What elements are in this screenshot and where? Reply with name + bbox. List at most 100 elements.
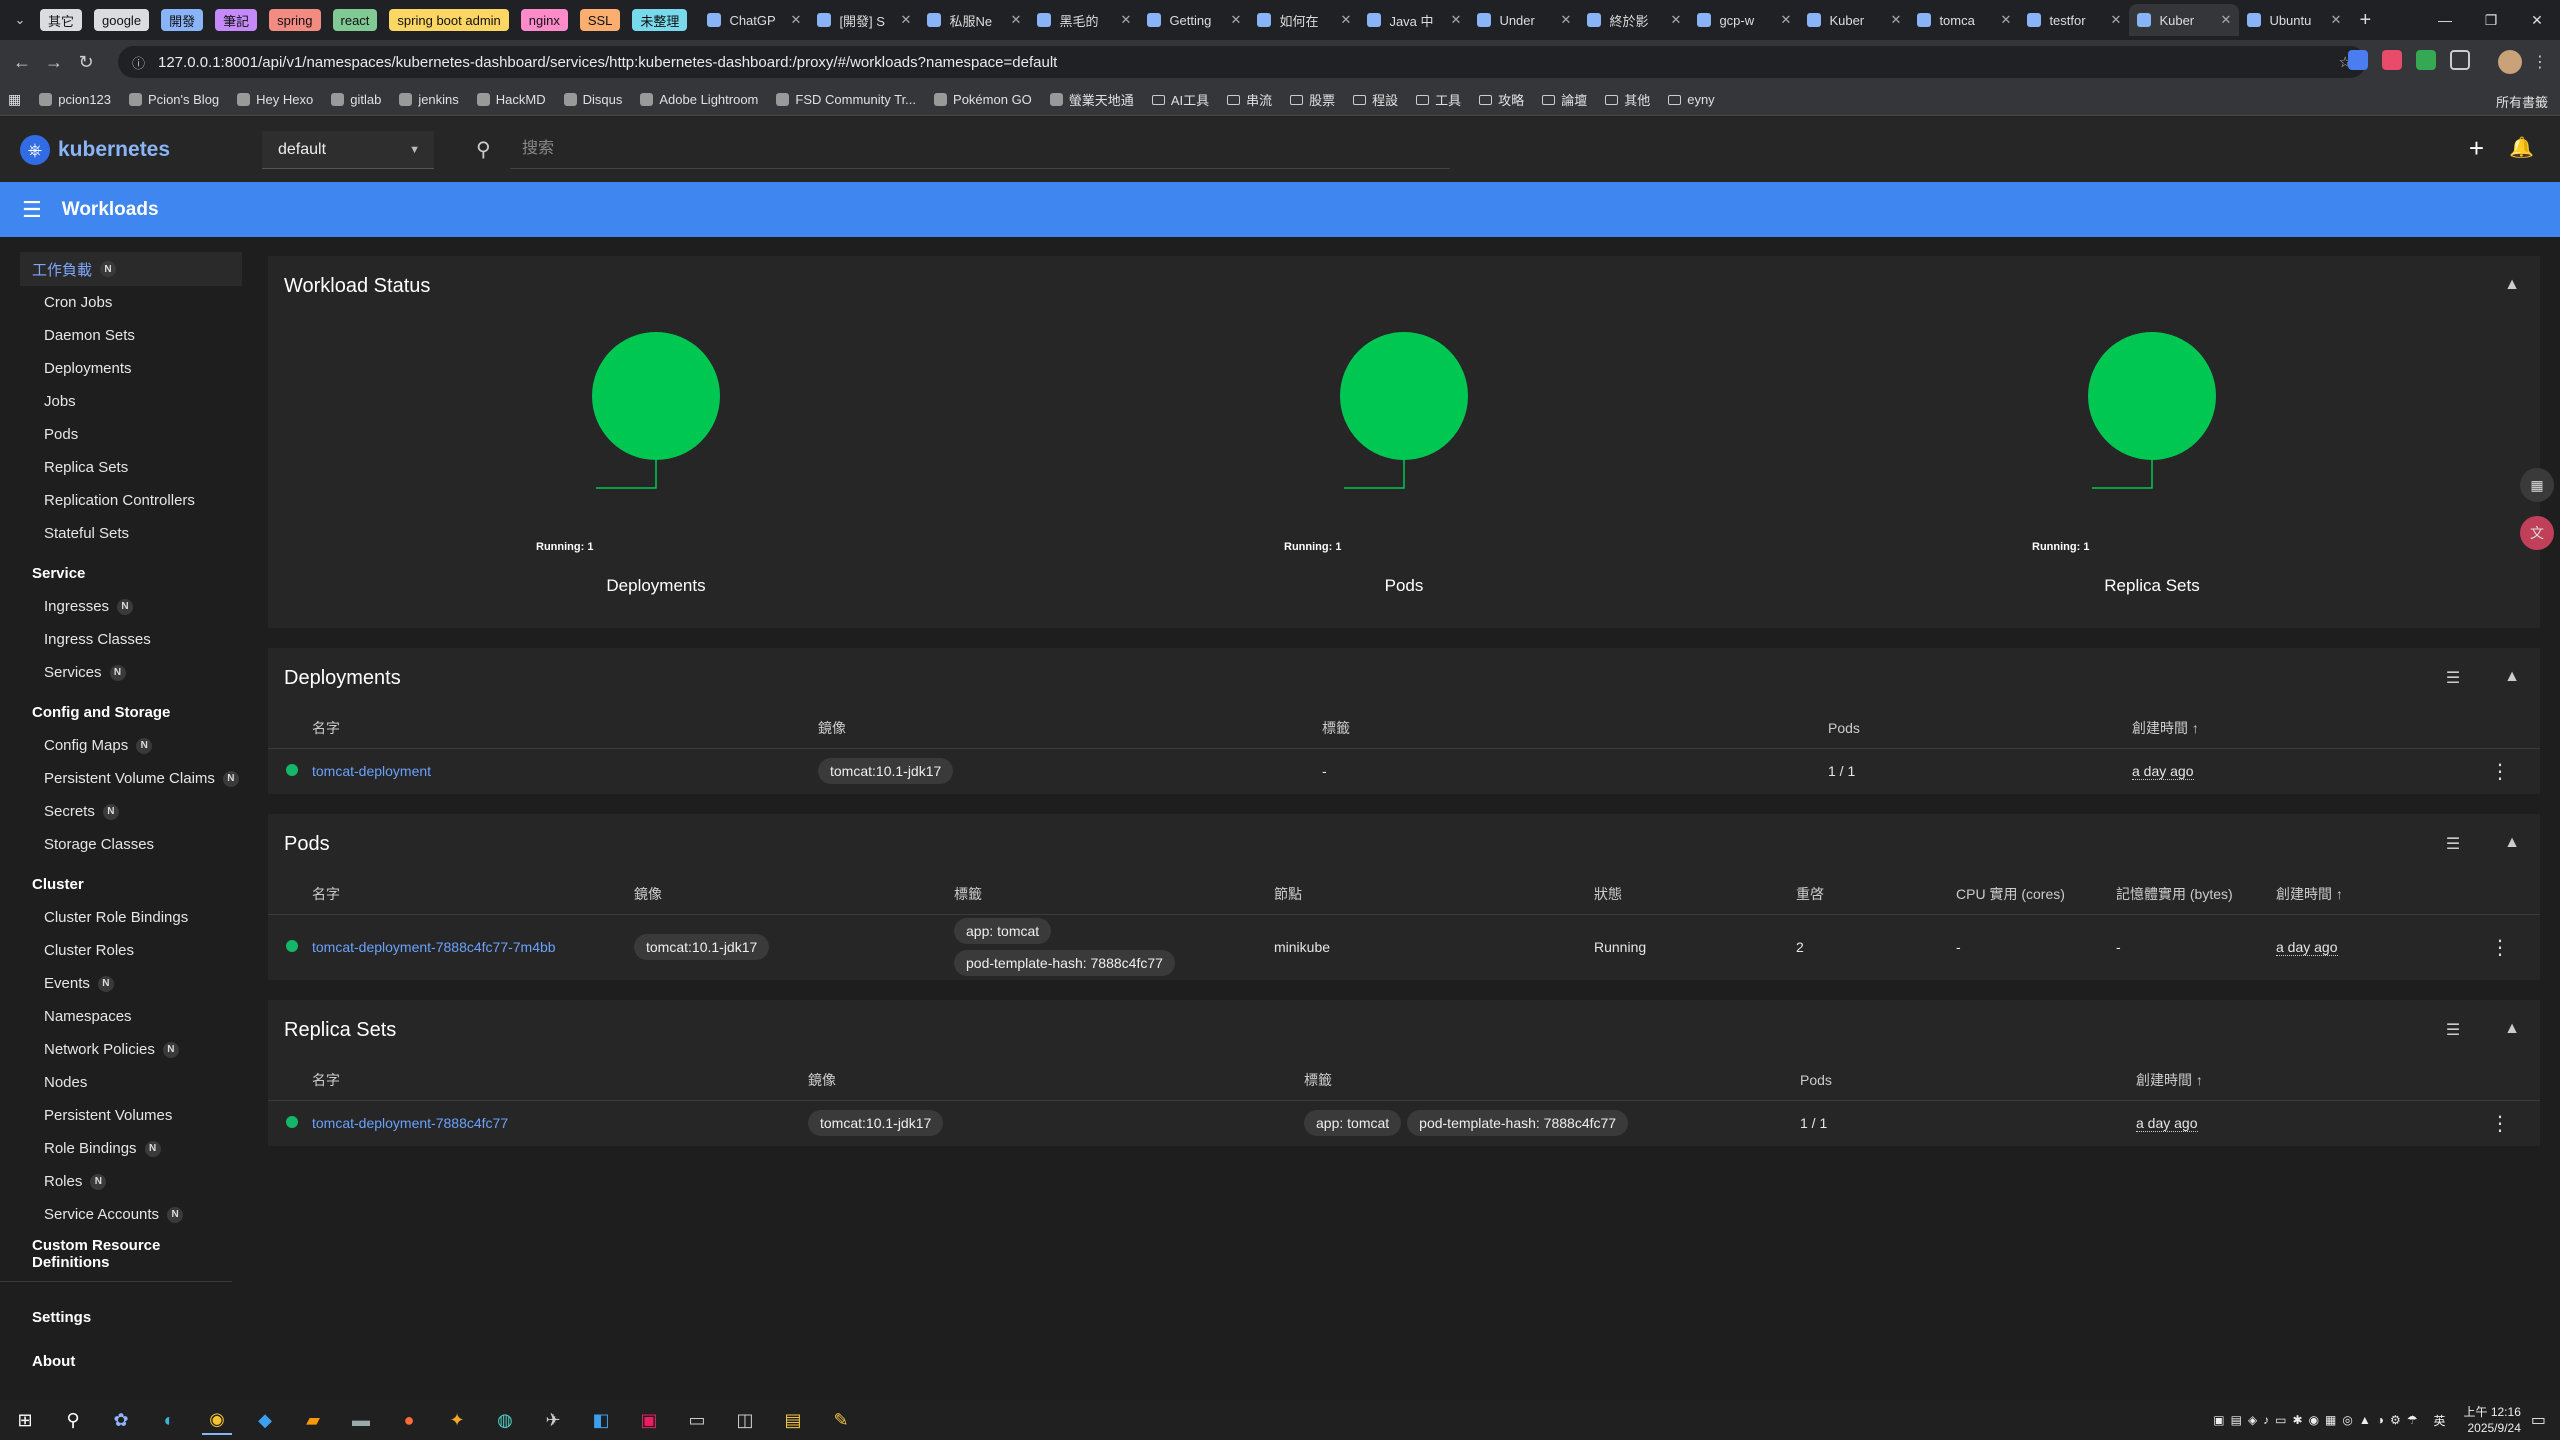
browser-menu-icon[interactable]: ⋮ [2532,52,2548,72]
sidebar-item[interactable]: Config Maps N [0,729,242,762]
profile-avatar[interactable] [2498,50,2522,74]
minimize-button[interactable]: — [2422,0,2468,40]
search-input[interactable] [510,129,1450,169]
column-header[interactable]: 創建時間 ↑ [2132,708,2462,748]
sidebar-item[interactable]: Daemon Sets [0,319,242,352]
browser-tab[interactable]: 私服Ne ✕ [919,4,1029,36]
column-header[interactable]: 標籤 [1322,708,1828,748]
terminal-icon[interactable]: ▭ [682,1405,712,1435]
sidebar-item[interactable]: Events N [0,967,242,1000]
collapse-icon[interactable]: ▲ [2504,668,2520,688]
sidebar-group-workloads[interactable]: 工作負載 N [20,252,242,286]
tab-close-icon[interactable]: ✕ [1121,12,1132,28]
browser-tab[interactable]: Kuber ✕ [1799,4,1909,36]
intellij-icon[interactable]: ▣ [634,1405,664,1435]
create-resource-button[interactable]: + [2469,133,2484,164]
bookmark-folder[interactable]: 股票 [1290,90,1335,109]
sidebar-item-settings[interactable]: Settings [0,1300,242,1334]
sidebar-item[interactable]: Stateful Sets [0,517,242,550]
bookmark-folder[interactable]: 其他 [1605,90,1650,109]
sidebar-item[interactable]: Namespaces [0,1000,242,1033]
column-header[interactable]: 標籤 [954,874,1274,914]
sidebar-item[interactable]: Service Accounts N [0,1198,242,1231]
tab-close-icon[interactable]: ✕ [2001,12,2012,28]
tab-close-icon[interactable]: ✕ [1781,12,1792,28]
column-header[interactable]: 重啓 [1796,874,1956,914]
sidebar-item[interactable]: Jobs [0,385,242,418]
sidebar-item[interactable]: Deployments [0,352,242,385]
edge-icon[interactable]: ◐ [154,1405,184,1435]
namespace-select[interactable]: default ▼ [262,131,434,169]
app-icon[interactable]: ▬ [346,1405,376,1435]
sidebar-item-crd[interactable]: Custom Resource Definitions [0,1237,242,1271]
extension-icon[interactable] [2382,50,2402,70]
sidebar-item[interactable]: Cluster Roles [0,934,242,967]
bookmark-link[interactable]: Disqus [563,90,622,109]
browser-tab[interactable]: 如何在 ✕ [1249,4,1359,36]
column-header[interactable]: 創建時間 ↑ [2136,1060,2466,1100]
bookmark-link[interactable]: HackMD [476,90,546,109]
deployment-name-link[interactable]: tomcat-deployment [312,763,431,779]
url-bar[interactable]: ⓘ 127.0.0.1:8001/api/v1/namespaces/kuber… [118,46,2366,78]
tab-close-icon[interactable]: ✕ [2221,12,2232,28]
tab-group-0[interactable]: 其它 [40,9,83,31]
sidebar-item[interactable]: Secrets N [0,795,242,828]
filter-icon[interactable]: ☰ [2446,1020,2460,1040]
translate-extension-icon[interactable] [2348,50,2368,70]
sidebar-item[interactable]: Network Policies N [0,1033,242,1066]
tab-close-icon[interactable]: ✕ [1231,12,1242,28]
bookmark-link[interactable]: jenkins [399,90,459,109]
column-header[interactable]: 名字 [312,1060,808,1100]
bookmark-folder[interactable]: 工具 [1416,90,1461,109]
sidebar-item[interactable]: Replication Controllers [0,484,242,517]
app-icon[interactable]: ◧ [586,1405,616,1435]
sublime-icon[interactable]: ▰ [298,1405,328,1435]
browser-tab[interactable]: 終於影 ✕ [1579,4,1689,36]
column-header[interactable]: 創建時間 ↑ [2276,874,2456,914]
vscode-icon[interactable]: ◆ [250,1405,280,1435]
tab-close-icon[interactable]: ✕ [1011,12,1022,28]
column-header[interactable]: 鏡像 [818,708,1322,748]
app-icon[interactable]: ✦ [442,1405,472,1435]
bookmark-link[interactable]: Hey Hexo [237,90,313,109]
tab-group-8[interactable]: SSL [579,9,621,31]
sidebar-item[interactable]: Persistent Volume Claims N [0,762,242,795]
bookmark-link[interactable]: FSD Community Tr... [776,90,916,109]
notification-center-icon[interactable]: ▭ [2531,1410,2546,1430]
reload-button[interactable]: ↻ [70,52,102,73]
filter-icon[interactable]: ☰ [2446,834,2460,854]
bookmark-link[interactable]: Pcion's Blog [129,90,219,109]
browser-tab[interactable]: Under ✕ [1469,4,1579,36]
pod-name-link[interactable]: tomcat-deployment-7888c4fc77-7m4bb [312,939,556,955]
tab-group-5[interactable]: react [332,9,378,31]
browser-tab[interactable]: ChatGP ✕ [699,4,809,36]
column-header[interactable]: Pods [1800,1060,2136,1100]
chrome-icon[interactable]: ◉ [202,1405,232,1435]
search-icon[interactable]: ⚲ [58,1405,88,1435]
collapse-icon[interactable]: ▲ [2504,834,2520,854]
sidebar-item[interactable]: Persistent Volumes [0,1099,242,1132]
sidebar-group-config[interactable]: Config and Storage [0,695,242,729]
menu-hamburger-icon[interactable]: ☰ [22,197,42,223]
apps-grid-icon[interactable]: ▦ [8,91,21,108]
tab-search-icon[interactable]: ⌄ [0,12,40,28]
column-header[interactable]: 名字 [312,708,818,748]
tab-close-icon[interactable]: ✕ [1561,12,1572,28]
app-icon[interactable]: ✎ [826,1405,856,1435]
browser-tab[interactable]: gcp-w ✕ [1689,4,1799,36]
all-bookmarks-folder[interactable]: 所有書籤 [2496,92,2548,111]
extension-icon[interactable] [2416,50,2436,70]
browser-tab[interactable]: tomca ✕ [1909,4,2019,36]
tab-group-7[interactable]: nginx [520,9,568,31]
app-icon[interactable]: ◍ [490,1405,520,1435]
bookmark-folder[interactable]: 攻略 [1479,90,1524,109]
sidebar-item[interactable]: Roles N [0,1165,242,1198]
translate-extension-icon[interactable]: 文 [2520,516,2554,550]
row-actions-icon[interactable]: ⋮ [2456,913,2540,980]
row-actions-icon[interactable]: ⋮ [2466,1099,2540,1146]
browser-tab[interactable]: Kuber ✕ [2129,4,2240,36]
extensions-puzzle-icon[interactable] [2450,50,2470,70]
tab-close-icon[interactable]: ✕ [2111,12,2122,28]
column-header[interactable]: 鏡像 [634,874,954,914]
bookmark-folder[interactable]: eyny [1668,90,1715,109]
